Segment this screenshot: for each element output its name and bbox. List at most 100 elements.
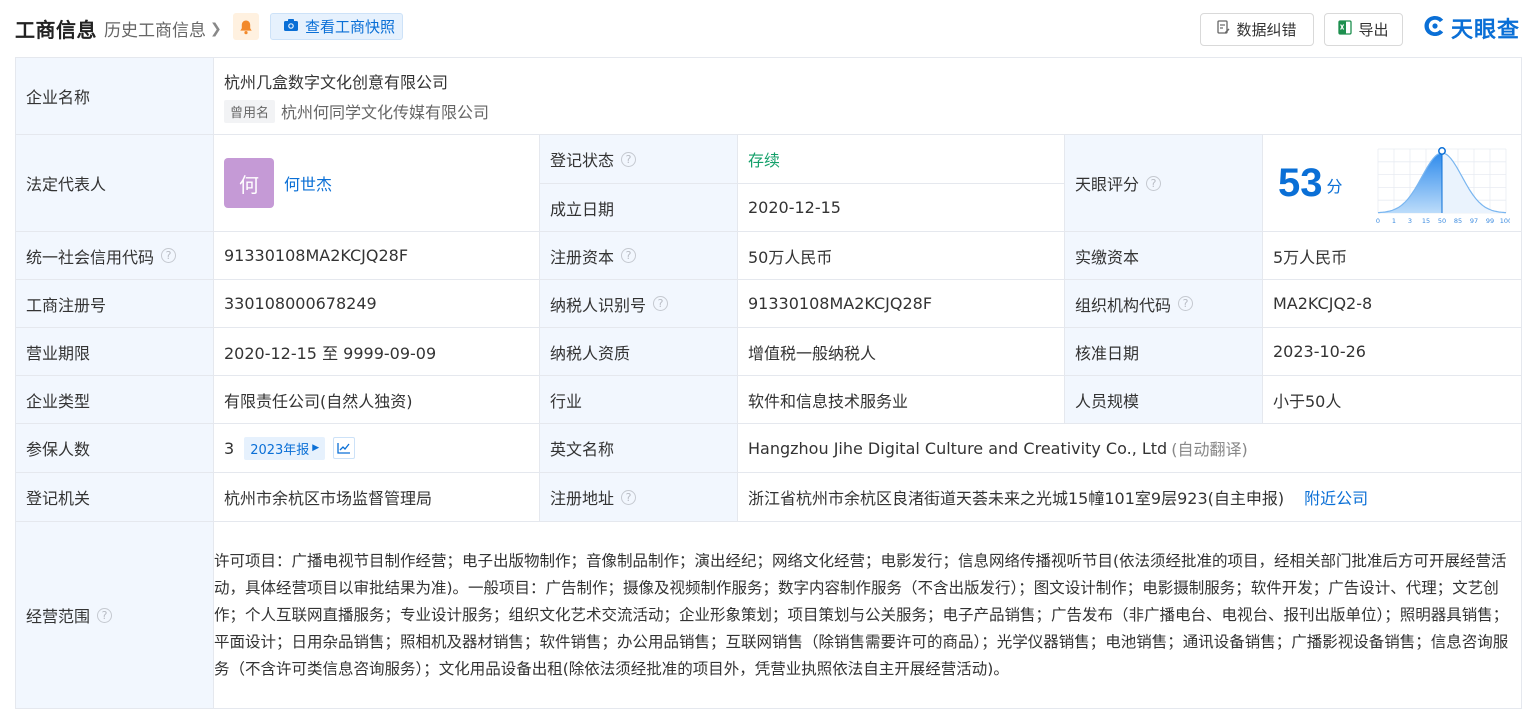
reg-no-label-text: 工商注册号 — [26, 295, 107, 315]
reg-capital-label: 注册资本? — [540, 232, 738, 280]
x-tick-label: 3 — [1408, 217, 1412, 225]
annual-report-label: 2023年报 — [250, 442, 310, 458]
taxpayer-id[interactable]: 91330108MA2KCJQ28F — [748, 294, 932, 313]
reg-capital-cell: 50万人民币 — [738, 232, 1065, 280]
question-circle-icon[interactable]: ? — [621, 248, 637, 263]
brand-logo[interactable]: 天眼查 — [1422, 12, 1520, 44]
staff-label: 人员规模 — [1065, 376, 1263, 424]
legal-rep-cell: 何 何世杰 — [214, 135, 540, 232]
excel-icon — [1338, 20, 1353, 39]
english-name: Hangzhou Jihe Digital Culture and Creati… — [748, 438, 1168, 458]
camera-icon — [283, 18, 299, 36]
founded-date: 2020-12-15 — [748, 198, 841, 217]
paid-capital: 5万人民币 — [1273, 247, 1348, 267]
company-type: 有限责任公司(自然人独资) — [224, 391, 413, 411]
chevron-right-icon: ❯ — [210, 20, 222, 37]
address-cell: 浙江省杭州市余杭区良渚街道天荟未来之光城15幢101室9层923(自主申报) 附… — [738, 473, 1521, 522]
question-circle-icon[interactable]: ? — [1178, 296, 1194, 311]
question-circle-icon[interactable]: ? — [161, 248, 177, 263]
brand-logo-icon — [1422, 14, 1448, 42]
tax-quality-cell: 增值税一般纳税人 — [738, 328, 1065, 376]
business-info-table: 企业名称 杭州几盒数字文化创意有限公司 曾用名 杭州何同学文化传媒有限公司 法定… — [15, 57, 1522, 709]
x-tick-label: 50 — [1438, 217, 1446, 225]
reg-capital-label-text: 注册资本 — [550, 247, 615, 267]
company-name-label-text: 企业名称 — [26, 88, 91, 107]
question-circle-icon[interactable]: ? — [621, 151, 637, 167]
credit-code-label-text: 统一社会信用代码 — [26, 247, 155, 267]
question-circle-icon[interactable]: ? — [97, 607, 113, 623]
company-name-label: 企业名称 — [16, 58, 214, 135]
export-button[interactable]: 导出 — [1324, 13, 1403, 46]
org-code[interactable]: MA2KCJQ2-8 — [1273, 294, 1372, 313]
founded-label: 成立日期 — [540, 184, 738, 232]
trend-chart-icon[interactable] — [333, 437, 356, 459]
reg-no[interactable]: 330108000678249 — [224, 294, 377, 313]
nearby-companies-link[interactable]: 附近公司 — [1304, 485, 1368, 509]
type-label-text: 企业类型 — [26, 391, 91, 411]
authority-cell: 杭州市余杭区市场监督管理局 — [214, 473, 540, 522]
legal-rep-link[interactable]: 何世杰 — [284, 171, 332, 195]
business-term: 2020-12-15 至 9999-09-09 — [224, 343, 437, 363]
reg-capital: 50万人民币 — [748, 247, 833, 267]
approval-date-cell: 2023-10-26 — [1263, 328, 1521, 376]
data-correction-label: 数据纠错 — [1236, 21, 1297, 39]
paid-capital-cell: 5万人民币 — [1263, 232, 1521, 280]
org-code-label: 组织机构代码? — [1065, 280, 1263, 328]
x-tick-label: 0 — [1376, 217, 1380, 225]
used-name-tag: 曾用名 — [224, 99, 276, 123]
tax-quality-label-text: 纳税人资质 — [550, 343, 631, 363]
question-circle-icon[interactable]: ? — [1146, 175, 1162, 191]
industry-label: 行业 — [540, 376, 738, 424]
caret-right-icon: ▶ — [312, 443, 320, 453]
question-circle-icon[interactable]: ? — [653, 296, 669, 311]
credit-code-cell: 91330108MA2KCJQ28F — [214, 232, 540, 280]
scope-label: 经营范围? — [16, 522, 214, 708]
authority-label-text: 登记机关 — [26, 489, 91, 508]
credit-code[interactable]: 91330108MA2KCJQ28F — [224, 246, 408, 265]
tax-quality-label: 纳税人资质 — [540, 328, 738, 376]
data-correction-button[interactable]: 数据纠错 — [1200, 13, 1314, 46]
scope-cell: 许可项目：广播电视节目制作经营；电子出版物制作；音像制品制作；演出经纪；网络文化… — [214, 522, 1521, 708]
term-cell: 2020-12-15 至 9999-09-09 — [214, 328, 540, 376]
registration-authority: 杭州市余杭区市场监督管理局 — [224, 489, 433, 508]
view-snapshot-label: 查看工商快照 — [305, 18, 396, 36]
insured-count: 3 — [224, 438, 235, 458]
paid-capital-label: 实缴资本 — [1065, 232, 1263, 280]
score-display: 53 分 — [1278, 163, 1343, 203]
x-tick-label: 1 — [1392, 217, 1396, 225]
taxpayer-id-cell: 91330108MA2KCJQ28F — [738, 280, 1065, 328]
type-label: 企业类型 — [16, 376, 214, 424]
business-scope: 许可项目：广播电视节目制作经营；电子出版物制作；音像制品制作；演出经纪；网络文化… — [214, 551, 1509, 678]
score-unit: 分 — [1326, 177, 1343, 196]
paid-capital-label-text: 实缴资本 — [1075, 247, 1140, 267]
score-label-text: 天眼评分 — [1075, 175, 1140, 194]
document-edit-icon — [1217, 20, 1230, 39]
approval-date: 2023-10-26 — [1273, 342, 1366, 361]
status-label-text: 登记状态 — [550, 151, 615, 170]
authority-label: 登记机关 — [16, 473, 214, 522]
taxpayer-id-label: 纳税人识别号? — [540, 280, 738, 328]
annual-report-tag[interactable]: 2023年报 ▶ — [244, 436, 326, 460]
insured-label-text: 参保人数 — [26, 440, 91, 459]
score-cell[interactable]: 53 分 0 1 3 15 50 85 97 99 100 — [1263, 135, 1521, 232]
avatar[interactable]: 何 — [224, 158, 274, 208]
used-name-row: 曾用名 杭州何同学文化传媒有限公司 — [224, 99, 489, 123]
tax-quality: 增值税一般纳税人 — [748, 343, 877, 363]
staff-cell: 小于50人 — [1263, 376, 1521, 424]
legal-rep-label: 法定代表人 — [16, 135, 214, 232]
company-name[interactable]: 杭州几盒数字文化创意有限公司 — [224, 69, 448, 93]
reg-no-label: 工商注册号 — [16, 280, 214, 328]
approval-date-label-text: 核准日期 — [1075, 343, 1140, 363]
address-label-text: 注册地址 — [550, 489, 615, 508]
taxpayer-id-label-text: 纳税人识别号 — [550, 295, 647, 315]
bell-icon[interactable] — [233, 13, 259, 40]
founded-label-text: 成立日期 — [550, 199, 615, 219]
question-circle-icon[interactable]: ? — [621, 489, 637, 505]
score-label: 天眼评分? — [1065, 135, 1263, 232]
approval-date-label: 核准日期 — [1065, 328, 1263, 376]
staff-label-text: 人员规模 — [1075, 391, 1140, 411]
history-link[interactable]: 历史工商信息 ❯ — [104, 16, 222, 42]
english-name-cell: Hangzhou Jihe Digital Culture and Creati… — [738, 424, 1521, 473]
history-link-label: 历史工商信息 — [104, 21, 206, 41]
view-snapshot-button[interactable]: 查看工商快照 — [270, 13, 403, 40]
